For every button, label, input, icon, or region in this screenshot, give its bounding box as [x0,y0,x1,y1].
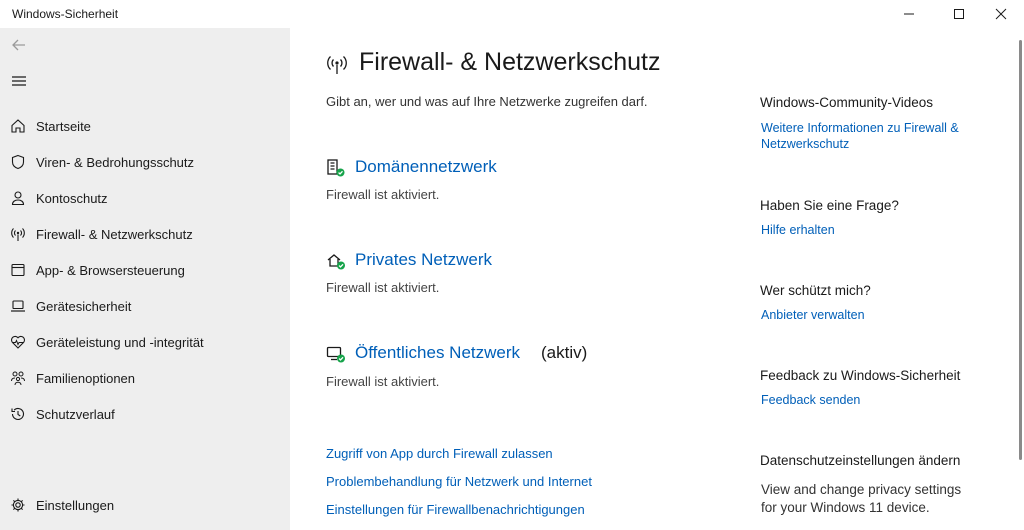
page-description: Gibt an, wer und was auf Ihre Netzwerke … [326,94,648,109]
sidebar-item-geraetesicherheit[interactable]: Gerätesicherheit [0,290,290,322]
antenna-icon [327,56,347,74]
sidebar-item-label: Geräteleistung und -integrität [36,334,204,350]
private-network-link[interactable]: Privates Netzwerk [355,250,492,270]
sidebar-item-label: Schutzverlauf [36,406,115,422]
hamburger-menu-icon [12,76,26,86]
domain-network-icon [327,159,345,177]
public-network-link[interactable]: Öffentliches Netzwerk [355,343,520,363]
public-network-icon [326,346,345,363]
sidebar: Startseite Viren- & Bedrohungsschutz Kon… [0,28,290,530]
sidebar-item-startseite[interactable]: Startseite [0,110,290,142]
gear-icon [11,498,25,512]
sidebar-item-label: Einstellungen [36,497,115,513]
window-title: Windows-Sicherheit [12,7,119,21]
who-protects-me-heading: Wer schützt mich? [760,283,871,298]
question-heading: Haben Sie eine Frage? [760,198,899,213]
manage-providers-link[interactable]: Anbieter verwalten [761,307,865,323]
scrollbar[interactable] [1019,40,1022,460]
sidebar-item-label: Startseite [36,118,91,134]
sidebar-item-label: Viren- & Bedrohungsschutz [36,154,195,170]
network-troubleshooter-link[interactable]: Problembehandlung für Netzwerk und Inter… [326,474,592,489]
person-icon [11,191,25,206]
domain-network-status: Firewall ist aktiviert. [326,187,440,202]
sidebar-item-schutzverlauf[interactable]: Schutzverlauf [0,398,290,430]
app-window-icon [11,263,25,277]
private-network-status: Firewall ist aktiviert. [326,280,440,295]
allow-app-through-firewall-link[interactable]: Zugriff von App durch Firewall zulassen [326,446,553,461]
firewall-notification-settings-link[interactable]: Einstellungen für Firewallbenachrichtigu… [326,502,585,517]
public-network-status: Firewall ist aktiviert. [326,374,440,389]
get-help-link[interactable]: Hilfe erhalten [761,222,835,238]
sidebar-item-firewall-netzwerkschutz[interactable]: Firewall- & Netzwerkschutz [0,218,290,250]
more-info-firewall-link-line2: Netzwerkschutz [761,137,850,151]
heart-pulse-icon [10,335,26,349]
title-bar: Windows-Sicherheit [0,0,1024,28]
history-icon [11,407,25,420]
sidebar-item-label: Gerätesicherheit [36,298,132,314]
main-content: Firewall- & Netzwerkschutz Gibt an, wer … [290,28,1024,530]
feedback-heading: Feedback zu Windows-Sicherheit [760,368,961,383]
privacy-settings-heading: Datenschutzeinstellungen ändern [760,453,961,468]
minimize-icon [904,13,914,15]
privacy-text-line2: for your Windows 11 device. [761,500,930,515]
active-network-label: (aktiv) [541,343,588,362]
sidebar-item-label: Firewall- & Netzwerkschutz [36,226,193,242]
menu-button[interactable] [8,70,30,92]
community-videos-heading: Windows-Community-Videos [760,95,934,110]
home-icon [11,119,25,133]
sidebar-item-label: Familienoptionen [36,370,136,386]
maximize-button[interactable] [936,0,982,28]
arrow-left-icon [12,39,25,51]
sidebar-item-familienoptionen[interactable]: Familienoptionen [0,362,290,394]
domain-network-link[interactable]: Domänennetzwerk [355,157,497,177]
more-info-firewall-link-line1: Weitere Informationen zu Firewall & [761,121,959,135]
sidebar-item-einstellungen[interactable]: Einstellungen [0,489,290,521]
more-info-firewall-link[interactable]: Weitere Informationen zu Firewall & Netz… [761,120,959,152]
privacy-text-line1: View and change privacy settings [761,482,962,497]
sidebar-item-app-browsersteuerung[interactable]: App- & Browsersteuerung [0,254,290,286]
minimize-button[interactable] [886,0,932,28]
laptop-icon [11,300,25,312]
page-title: Firewall- & Netzwerkschutz [359,48,661,76]
back-button[interactable] [8,34,30,56]
maximize-icon [954,9,964,19]
sidebar-item-label: Kontoschutz [36,190,108,206]
shield-icon [11,154,25,170]
send-feedback-link[interactable]: Feedback senden [761,392,860,408]
private-network-icon [327,254,345,270]
close-icon [995,8,1007,20]
sidebar-item-viren-bedrohungsschutz[interactable]: Viren- & Bedrohungsschutz [0,146,290,178]
sidebar-item-kontoschutz[interactable]: Kontoschutz [0,182,290,214]
close-button[interactable] [978,0,1024,28]
sidebar-item-label: App- & Browsersteuerung [36,262,185,278]
family-icon [11,371,25,386]
antenna-icon [11,228,25,241]
sidebar-item-geraeteleistung[interactable]: Geräteleistung und -integrität [0,326,290,358]
privacy-settings-text: View and change privacy settings for you… [761,481,991,517]
